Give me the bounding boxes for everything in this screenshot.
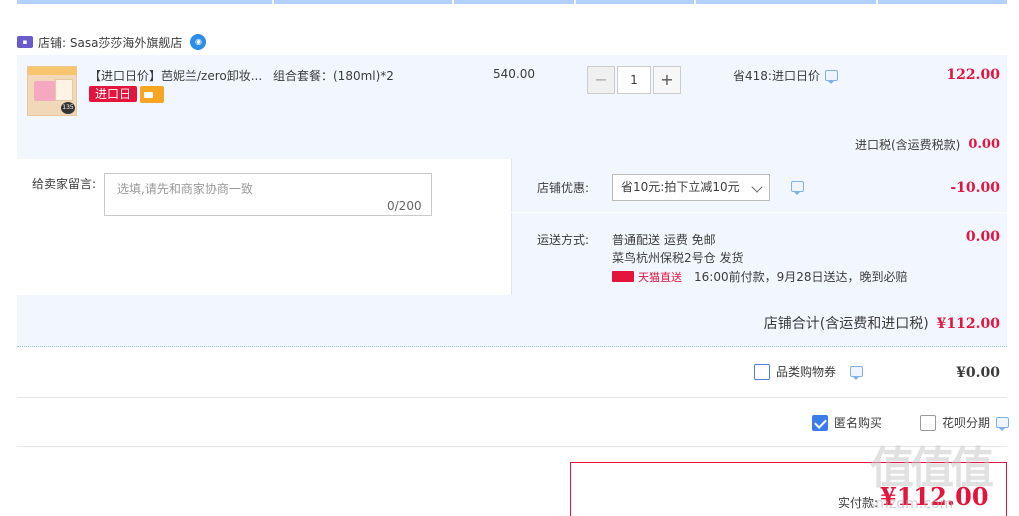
- store-discount-value: 省10元:拍下立减10元: [621, 180, 740, 194]
- shipping-method: 普通配送 运费 免邮: [612, 233, 716, 247]
- comment-icon[interactable]: [996, 417, 1010, 431]
- category-coupon-label: 品类购物券: [776, 365, 837, 379]
- quantity-minus-button[interactable]: −: [587, 66, 615, 94]
- anonymous-purchase-row: 匿名购买: [812, 414, 882, 431]
- huabei-installment-label: 花呗分期: [942, 416, 991, 430]
- store-discount-select[interactable]: 省10元:拍下立减10元: [612, 174, 770, 201]
- quantity-input[interactable]: 1: [617, 66, 651, 94]
- import-tax-label: 进口税(含运费税款): [854, 138, 961, 152]
- note-char-counter: 0/200: [387, 199, 422, 213]
- top-divider-seg: [694, 0, 696, 4]
- anonymous-purchase-label: 匿名购买: [834, 416, 883, 430]
- delivery-time-text: 16:00前付款，9月28日送达，晚到必赔: [694, 270, 908, 284]
- thumb-badge: 135: [61, 102, 75, 114]
- store-total: 店铺合计(含运费和进口税) ¥112.00: [764, 313, 1000, 333]
- divider: [17, 446, 1007, 447]
- category-coupon-checkbox[interactable]: [754, 363, 770, 380]
- top-divider-seg: [272, 0, 274, 4]
- tmall-direct-badge: 天猫直送: [612, 269, 682, 285]
- quantity-stepper: − 1 +: [587, 66, 681, 94]
- huabei-installment-checkbox[interactable]: [920, 414, 936, 431]
- category-coupon-row: 品类购物券: [754, 363, 864, 380]
- import-day-tag: 进口日: [89, 86, 138, 102]
- huabei-installment-row: 花呗分期: [920, 414, 1010, 431]
- savings-text: 省418:进口日价: [733, 69, 820, 83]
- wangwang-chat-icon[interactable]: ◉: [190, 34, 207, 50]
- watermark-logo: 值值值: [870, 443, 994, 494]
- shipping-amount: 0.00: [965, 229, 1000, 245]
- panel-divider: [511, 212, 1007, 213]
- comment-icon[interactable]: [791, 181, 804, 195]
- item-total: 122.00: [946, 67, 1000, 83]
- quantity-plus-button[interactable]: +: [653, 66, 681, 94]
- comment-icon[interactable]: [850, 366, 864, 380]
- note-label: 给卖家留言:: [32, 177, 97, 191]
- seller-note-placeholder: 选填,请先和商家协商一致: [117, 182, 253, 196]
- import-tax-row: 进口税(含运费税款) 0.00: [855, 136, 1000, 153]
- store-total-label: 店铺合计(含运费和进口税): [763, 316, 929, 332]
- anonymous-purchase-checkbox[interactable]: [812, 414, 828, 431]
- unit-price: 540.00: [493, 67, 535, 81]
- store-total-amount: ¥112.00: [936, 316, 1000, 332]
- credit-card-icon: [140, 86, 164, 103]
- top-divider-seg: [574, 0, 576, 4]
- top-divider: [17, 0, 1007, 4]
- top-divider-seg: [452, 0, 454, 4]
- item-savings: 省418:进口日价: [733, 67, 838, 84]
- product-title-link[interactable]: 【进口日价】芭妮兰/zero卸妆...: [89, 67, 262, 84]
- product-thumbnail[interactable]: 135: [27, 66, 77, 116]
- product-combo: 组合套餐：(180ml)*2: [273, 69, 394, 83]
- import-tax-amount: 0.00: [968, 137, 1000, 152]
- shipping-delivery-promise: 天猫直送 16:00前付款，9月28日送达，晚到必赔: [612, 268, 908, 285]
- watermark-site: smzdm.com: [868, 496, 954, 512]
- store-discount-label: 店铺优惠:: [537, 181, 590, 195]
- divider: [17, 397, 1007, 398]
- shop-icon: ▪: [17, 36, 33, 48]
- chevron-down-icon: [751, 181, 763, 193]
- top-divider-seg: [876, 0, 878, 4]
- tmall-cat-icon: [612, 271, 634, 282]
- comment-icon[interactable]: [824, 70, 838, 84]
- store-discount-amount: -10.00: [950, 180, 1000, 196]
- shop-name-link[interactable]: 店铺: Sasa莎莎海外旗舰店: [38, 34, 182, 51]
- shipping-label: 运送方式:: [537, 233, 590, 247]
- shop-row: ▪ 店铺: Sasa莎莎海外旗舰店 ◉: [17, 32, 207, 52]
- coupon-amount: ¥0.00: [956, 365, 1000, 381]
- shipping-warehouse: 菜鸟杭州保税2号仓 发货: [612, 251, 744, 265]
